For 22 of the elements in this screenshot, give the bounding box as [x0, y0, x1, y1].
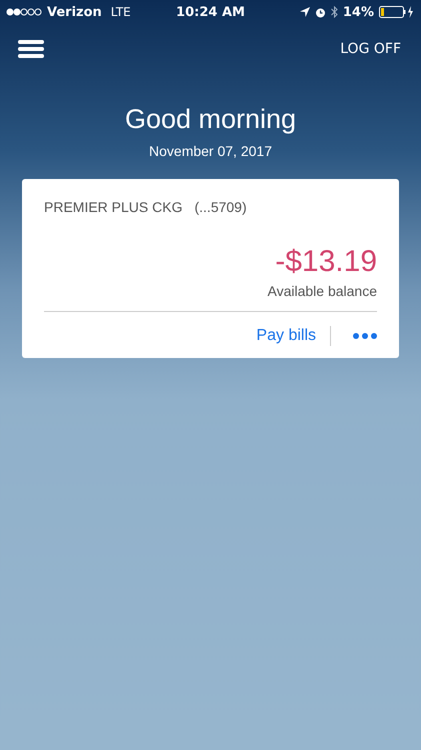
menu-icon: [18, 40, 44, 58]
carrier-name: Verizon: [47, 4, 102, 20]
account-number: (...5709): [194, 199, 247, 215]
menu-button[interactable]: [18, 40, 44, 58]
greeting-date: November 07, 2017: [148, 143, 273, 159]
alarm-clock-icon: [314, 6, 326, 18]
account-balance: -$13.19: [274, 245, 377, 279]
account-card[interactable]: PREMIER PLUS CKG (...5709) -$13.19 Available balance Pay bills: [22, 179, 399, 358]
location-arrow-icon: [300, 7, 310, 17]
account-name: PREMIER PLUS CKG: [44, 199, 182, 215]
battery-charging-icon: [379, 6, 415, 18]
balance-label: Available balance: [44, 283, 377, 312]
status-time: 10:24 AM: [175, 4, 246, 20]
bluetooth-icon: [330, 6, 338, 18]
battery-percent: 14%: [342, 4, 374, 20]
signal-icon: [6, 8, 42, 16]
log-off-button[interactable]: LOG OFF: [340, 41, 401, 57]
pay-bills-link[interactable]: Pay bills: [256, 327, 316, 345]
network-type: LTE: [110, 5, 131, 19]
more-icon: [353, 333, 377, 339]
more-button[interactable]: [353, 333, 377, 339]
greeting-title: Good morning: [124, 104, 298, 135]
